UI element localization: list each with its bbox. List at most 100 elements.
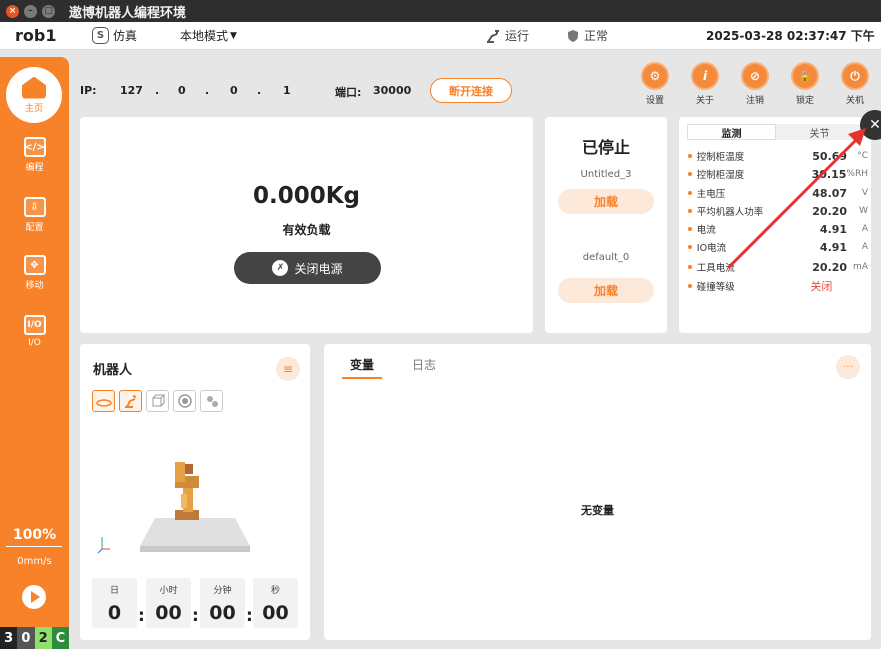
- about-button[interactable]: i 关于: [685, 62, 725, 106]
- payload-panel: 0.000Kg 有效负载 ✗ 关闭电源: [80, 117, 533, 333]
- port-value[interactable]: 30000: [373, 84, 411, 97]
- sidebar-item-config[interactable]: ⇩ 配置: [0, 197, 69, 233]
- normal-status: 正常: [566, 27, 608, 44]
- robot-arm-icon: [487, 29, 499, 43]
- power-off-label: 关闭电源: [294, 261, 343, 276]
- tab-joints[interactable]: 关节: [776, 124, 863, 140]
- monitor-row: 平均机器人功率 20.20 W: [688, 204, 868, 218]
- shield-icon: [568, 29, 578, 42]
- ip-octet-2[interactable]: 0: [178, 84, 186, 97]
- window-maximize-button[interactable]: □: [42, 4, 55, 18]
- timer-days: 日 0: [92, 578, 137, 628]
- settings-button[interactable]: ⚙ 设置: [635, 62, 675, 106]
- ip-octet-3[interactable]: 0: [230, 84, 238, 97]
- robot-panel: 机器人 ≡ 日 0 : 小时 00 : 分钟 00 : 秒 00: [80, 344, 310, 640]
- ip-octet-4[interactable]: 1: [283, 84, 291, 97]
- simulation-icon: S: [92, 27, 109, 44]
- wrench-icon: ✕: [869, 117, 881, 133]
- load-button[interactable]: 加载: [558, 278, 654, 303]
- timer-colon: :: [246, 606, 253, 626]
- sidebar-item-label: 编程: [25, 163, 44, 173]
- monitor-tabs: 监测 关节: [687, 124, 863, 140]
- load-button[interactable]: 加载: [558, 189, 654, 214]
- monitor-row: 工具电流 20.20 mA: [688, 260, 868, 274]
- counter-1: 3: [0, 627, 18, 649]
- normal-label: 正常: [584, 29, 609, 43]
- monitor-row: 碰撞等级 关闭: [688, 279, 868, 293]
- ip-octet-1[interactable]: 127: [120, 84, 143, 97]
- minimize-icon: –: [28, 6, 33, 16]
- speed-divider: [6, 546, 62, 547]
- title-bar: × – □ 遨博机器人编程环境: [0, 0, 881, 22]
- more-button[interactable]: ···: [836, 355, 860, 379]
- timer-minutes: 分钟 00: [200, 578, 245, 628]
- monitor-row: IO电流 4.91 A: [688, 240, 868, 254]
- shutdown-button[interactable]: ⏻ 关机: [835, 62, 875, 106]
- program-name: Untitled_3: [580, 169, 632, 180]
- counter-2: 0: [17, 627, 35, 649]
- sidebar-item-program[interactable]: </> 编程: [0, 137, 69, 173]
- counter-4: C: [51, 627, 69, 649]
- info-icon: i: [691, 62, 719, 90]
- payload-value: 0.000Kg: [252, 183, 361, 209]
- base-view-button[interactable]: [92, 390, 115, 412]
- logout-button[interactable]: ⊘ 注销: [735, 62, 775, 106]
- robot-view-button[interactable]: [119, 390, 142, 412]
- disconnect-button[interactable]: 断开连接: [430, 78, 512, 103]
- window-close-button[interactable]: ×: [6, 4, 19, 18]
- window-minimize-button[interactable]: –: [24, 4, 37, 18]
- simulation-label: 仿真: [113, 29, 138, 43]
- variables-panel: 变量 日志 ··· 无变量: [324, 344, 871, 640]
- speed-percent[interactable]: 100%: [0, 527, 69, 543]
- simulation-button[interactable]: S 仿真: [92, 27, 137, 44]
- sidebar-item-move[interactable]: ✥ 移动: [0, 255, 69, 291]
- shutdown-label: 关机: [845, 96, 864, 106]
- robot-arm-icon: [124, 395, 136, 408]
- mode-label: 本地模式: [180, 29, 229, 43]
- mode-select[interactable]: 本地模式 ▼: [180, 27, 237, 44]
- sidebar-item-home[interactable]: 主页: [6, 67, 62, 123]
- power-off-button[interactable]: ✗ 关闭电源: [234, 252, 381, 284]
- tab-variables[interactable]: 变量: [342, 356, 383, 379]
- timer-colon: :: [138, 606, 145, 626]
- tab-monitor[interactable]: 监测: [687, 124, 776, 140]
- target-icon: [177, 394, 192, 408]
- robot-3d-view[interactable]: [95, 454, 295, 564]
- about-label: 关于: [695, 96, 714, 106]
- play-button[interactable]: [22, 585, 46, 609]
- lock-button[interactable]: 🔒 锁定: [785, 62, 825, 106]
- view-buttons: [92, 390, 223, 412]
- run-label: 运行: [505, 29, 530, 43]
- port-label: 端口:: [335, 86, 362, 99]
- robot-name: rob1: [15, 26, 57, 45]
- gear-view-button[interactable]: [200, 390, 223, 412]
- monitor-row: 主电压 48.07 V: [688, 186, 868, 200]
- sidebar: 主页 </> 编程 ⇩ 配置 ✥ 移动 I/O I/O 100% 0mm/s 3…: [0, 57, 69, 649]
- code-icon: </>: [23, 137, 46, 157]
- list-button[interactable]: ≡: [276, 357, 300, 381]
- collision-toggle[interactable]: 关闭: [796, 278, 847, 294]
- sidebar-item-label: 配置: [25, 223, 44, 233]
- cube-view-button[interactable]: [146, 390, 169, 412]
- gear-icon: ⚙: [641, 62, 669, 90]
- window-title: 遨博机器人编程环境: [69, 5, 187, 21]
- list-icon: ≡: [282, 362, 294, 376]
- move-icon: ✥: [23, 255, 46, 275]
- more-icon: ···: [843, 361, 853, 373]
- gears-icon: [206, 396, 218, 407]
- sidebar-item-io[interactable]: I/O I/O: [0, 315, 69, 348]
- lock-label: 锁定: [795, 96, 814, 106]
- empty-state: 无变量: [581, 504, 614, 517]
- ip-dot: .: [257, 84, 262, 97]
- monitor-row: 控制柜温度 50.69 °C: [688, 149, 868, 163]
- robot-panel-title: 机器人: [93, 363, 133, 378]
- ip-dot: .: [155, 84, 160, 97]
- target-view-button[interactable]: [173, 390, 196, 412]
- program-name: default_0: [582, 252, 630, 263]
- tab-log[interactable]: 日志: [404, 356, 444, 379]
- monitor-panel: 监测 关节 控制柜温度 50.69 °C 控制柜湿度 30.15 %RH 主电压 48.0…: [679, 117, 871, 333]
- timer-colon: :: [192, 606, 199, 626]
- power-icon: ⏻: [841, 62, 869, 90]
- ip-label: IP:: [80, 84, 97, 97]
- monitor-row: 控制柜湿度 30.15 %RH: [688, 167, 868, 181]
